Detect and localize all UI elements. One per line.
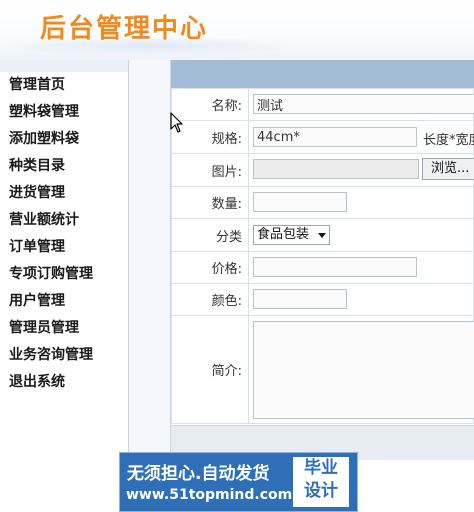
spacer-column xyxy=(129,60,171,511)
color-field[interactable] xyxy=(253,289,347,309)
sidebar-item-add-bag[interactable]: 添加塑料袋 xyxy=(9,129,79,149)
sidebar-item-revenue[interactable]: 营业额统计 xyxy=(9,210,79,230)
sidebar-item-users[interactable]: 用户管理 xyxy=(9,291,65,311)
mouse-pointer-icon xyxy=(170,112,183,133)
banner-badge: 毕业 设计 xyxy=(293,457,349,507)
banner-badge-line2: 设计 xyxy=(304,481,338,501)
intro-field[interactable] xyxy=(253,321,474,419)
sidebar-item-consulting[interactable]: 业务咨询管理 xyxy=(9,345,93,365)
browse-button[interactable]: 浏览... xyxy=(422,158,474,180)
content-header-bar xyxy=(171,60,474,88)
page-title: 后台管理中心 xyxy=(40,14,209,44)
color-label: 颜色: xyxy=(171,283,249,316)
sidebar-item-home[interactable]: 管理首页 xyxy=(9,75,65,95)
price-label: 价格: xyxy=(171,251,249,284)
category-selected-value: 食品包装 xyxy=(257,227,310,242)
sidebar-item-admins[interactable]: 管理员管理 xyxy=(9,318,79,338)
sidebar-item-orders[interactable]: 订单管理 xyxy=(9,237,65,257)
banner-url: www.51topmind.com xyxy=(126,487,293,503)
product-form: 名称: 规格: 长度*宽度 图片: 浏览... 数量: xyxy=(171,88,474,424)
sidebar-item-category[interactable]: 种类目录 xyxy=(9,156,65,176)
quantity-field[interactable] xyxy=(253,192,347,212)
content-panel: 名称: 规格: 长度*宽度 图片: 浏览... 数量: xyxy=(171,60,474,511)
sidebar-item-logout[interactable]: 退出系统 xyxy=(9,372,65,392)
name-field[interactable] xyxy=(253,94,474,114)
category-select[interactable]: 食品包装 xyxy=(253,225,331,245)
quantity-label: 数量: xyxy=(171,186,249,219)
header: 后台管理中心 xyxy=(0,0,474,60)
chevron-down-icon xyxy=(318,233,327,238)
sidebar: 管理首页 塑料袋管理 添加塑料袋 种类目录 进货管理 营业额统计 订单管理 专项… xyxy=(0,60,129,511)
sidebar-item-purchase[interactable]: 进货管理 xyxy=(9,183,65,203)
sidebar-top-bar xyxy=(0,60,128,72)
banner-slogan: 无须担心.自动发货 xyxy=(127,464,270,484)
promo-banner[interactable]: 无须担心.自动发货 www.51topmind.com 毕业 设计 xyxy=(119,452,358,512)
image-label: 图片: xyxy=(171,153,249,187)
category-label: 分类 xyxy=(171,218,249,252)
sidebar-item-special-orders[interactable]: 专项订购管理 xyxy=(9,264,93,284)
spec-field[interactable] xyxy=(253,127,417,147)
intro-label: 简介: xyxy=(171,315,249,424)
spec-hint: 长度*宽度 xyxy=(423,133,474,148)
sidebar-item-bag-management[interactable]: 塑料袋管理 xyxy=(9,102,79,122)
banner-badge-line1: 毕业 xyxy=(304,458,338,478)
price-field[interactable] xyxy=(253,257,417,277)
image-path-field[interactable] xyxy=(253,159,419,179)
